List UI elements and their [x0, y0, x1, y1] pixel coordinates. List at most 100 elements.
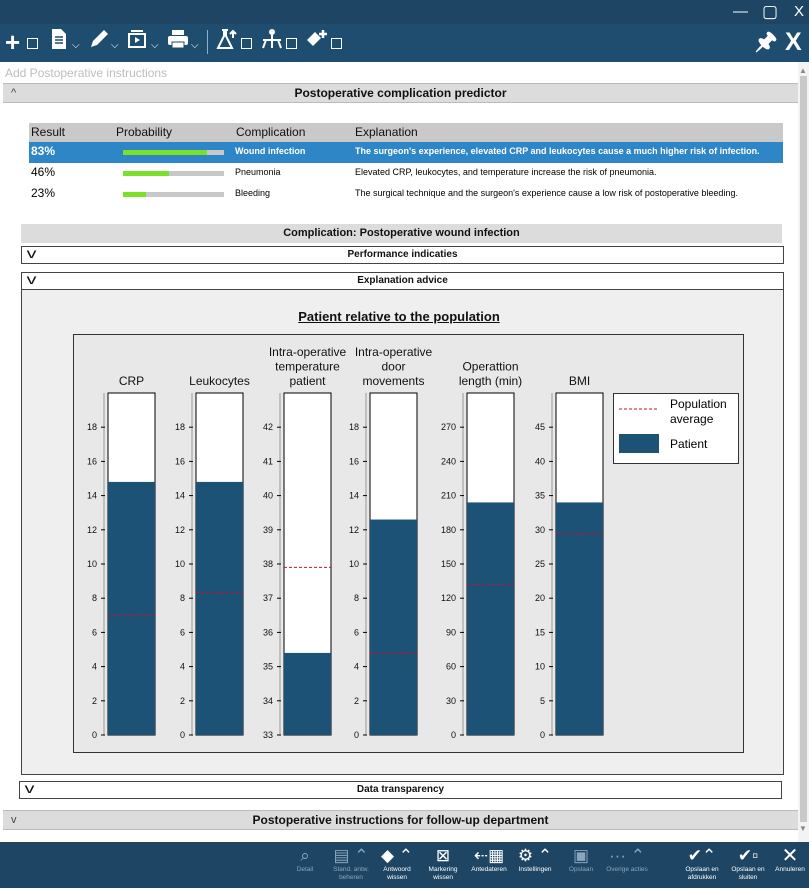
- add-medication-icon[interactable]: [305, 28, 329, 57]
- close-panel-button[interactable]: X: [785, 28, 802, 56]
- tick-label: 36: [263, 627, 273, 637]
- tick-label: 0: [451, 730, 456, 740]
- chevron-down-icon[interactable]: ⌵: [111, 40, 119, 51]
- panel-label: length (min): [459, 374, 522, 388]
- lab-icon[interactable]: [216, 28, 238, 57]
- other-actions-label: Overige acties: [606, 866, 648, 873]
- tick-label: 5: [540, 696, 545, 706]
- medication-dropdown-checkbox[interactable]: [331, 38, 342, 49]
- tick-label: 10: [87, 559, 97, 569]
- save-button[interactable]: ▣ Opslaan: [559, 846, 603, 874]
- chart-legend: Population average Patient: [613, 393, 739, 464]
- detail-button[interactable]: ⌕ Detail: [283, 846, 327, 874]
- legend-patient-label: Patient: [670, 437, 708, 451]
- tick-label: 30: [535, 525, 545, 535]
- save-print-label: Opslaan en afdrukken: [685, 866, 719, 881]
- advice-section-title: Explanation advice: [357, 275, 448, 286]
- performance-section-toggle[interactable]: v Performance indicaties: [21, 245, 784, 264]
- document-icon[interactable]: [50, 28, 68, 57]
- minimize-button[interactable]: —: [733, 2, 748, 22]
- clear-answer-button[interactable]: ◆ ⌃ Antwoord wissen: [375, 846, 419, 882]
- probability-fill: [123, 192, 147, 197]
- tick-label: 12: [175, 525, 185, 535]
- tick-label: 42: [263, 422, 273, 432]
- clear-marking-label: Markering wissen: [428, 866, 458, 881]
- tick-label: 45: [535, 422, 545, 432]
- antedate-button[interactable]: ⇠▦ Antedateren: [467, 846, 511, 874]
- scroll-up-icon[interactable]: ▲: [799, 66, 807, 75]
- window-close-button[interactable]: X: [794, 2, 804, 22]
- save-print-button[interactable]: ✔⌃ Opslaan en afdrukken: [680, 846, 724, 882]
- transparency-section-title: Data transparency: [356, 784, 445, 795]
- workflow-dropdown-checkbox[interactable]: [286, 38, 297, 49]
- result-cell: 83%: [31, 144, 56, 158]
- complication-detail-title: Complication: Postoperative wound infect…: [21, 224, 782, 243]
- result-cell: 46%: [31, 165, 56, 179]
- header-explanation: Explanation: [355, 125, 418, 139]
- add-dropdown-checkbox[interactable]: [27, 38, 38, 49]
- tick-label: 4: [92, 662, 97, 672]
- tick-label: 8: [92, 593, 97, 603]
- panel-label: Operattion: [462, 360, 518, 374]
- chevron-down-icon[interactable]: ⌵: [191, 40, 199, 51]
- default-text-icon: ▤ ⌃: [333, 846, 369, 865]
- lab-dropdown-checkbox[interactable]: [241, 38, 252, 49]
- chevron-down-icon[interactable]: ⌵: [151, 40, 159, 51]
- tick-label: 20: [535, 593, 545, 603]
- vertical-scrollbar[interactable]: ▲ ▼: [798, 62, 809, 842]
- edit-icon[interactable]: [88, 28, 110, 57]
- tick-label: 6: [354, 627, 359, 637]
- panel-label: temperature: [275, 360, 340, 374]
- table-row[interactable]: 23% Bleeding The surgical technique and …: [29, 184, 783, 205]
- predictor-section-header[interactable]: ^ Postoperative complication predictor: [3, 83, 798, 103]
- tick-label: 39: [263, 525, 273, 535]
- tick-label: 0: [354, 730, 359, 740]
- chevron-down-icon[interactable]: ⌵: [72, 40, 80, 51]
- complication-cell: Pneumonia: [235, 167, 281, 177]
- save-close-button[interactable]: ✔▫ Opslaan en sluiten: [726, 846, 770, 882]
- probability-bar: [123, 150, 224, 155]
- chevron-up-icon[interactable]: ^: [11, 84, 16, 102]
- tick-label: 120: [441, 593, 456, 603]
- antedate-icon: ⇠▦: [473, 846, 505, 865]
- probability-bar: [123, 171, 224, 176]
- scrollbar-thumb[interactable]: [800, 76, 807, 822]
- tick-label: 12: [87, 525, 97, 535]
- settings-button[interactable]: ⚙ ⌃ Instellingen: [513, 846, 557, 874]
- chevron-down-icon[interactable]: v: [27, 245, 37, 261]
- table-row[interactable]: 83% Wound infection The surgeon's experi…: [29, 142, 783, 163]
- maximize-button[interactable]: ▢: [762, 2, 778, 22]
- save-icon: ▣: [572, 846, 590, 865]
- other-actions-button[interactable]: ··· ⌃ Overige acties: [605, 846, 649, 874]
- workflow-icon[interactable]: [260, 28, 284, 57]
- chevron-down-icon[interactable]: v: [25, 780, 35, 796]
- add-icon[interactable]: +: [5, 28, 20, 56]
- chevron-down-icon[interactable]: v: [27, 271, 37, 287]
- clear-marking-button[interactable]: ⊠ Markering wissen: [421, 846, 465, 882]
- table-row[interactable]: 46% Pneumonia Elevated CRP, leukocytes, …: [29, 163, 783, 184]
- present-icon[interactable]: [127, 28, 149, 57]
- chevron-down-icon[interactable]: v: [11, 811, 17, 829]
- gear-icon: ⚙ ⌃: [517, 846, 553, 865]
- tick-label: 16: [349, 456, 359, 466]
- print-icon[interactable]: [167, 28, 189, 57]
- cancel-button[interactable]: ✕ Annuleren: [771, 846, 809, 874]
- main-content: Add Postoperative instructions ^ Postope…: [0, 62, 798, 842]
- manage-defaults-button[interactable]: ▤ ⌃ Stand. antw. beheren: [329, 846, 373, 882]
- followup-section-header[interactable]: v Postoperative instructions for follow-…: [3, 810, 798, 830]
- advice-section-toggle[interactable]: v Explanation advice: [21, 271, 784, 290]
- search-icon: ⌕: [300, 846, 310, 865]
- add-instructions-input[interactable]: Add Postoperative instructions: [5, 66, 167, 80]
- explanation-cell: The surgical technique and the surgeon's…: [355, 188, 738, 198]
- followup-section-title: Postoperative instructions for follow-up…: [252, 813, 549, 827]
- scroll-down-icon[interactable]: ▼: [799, 824, 807, 833]
- tick-label: 35: [535, 491, 545, 501]
- tick-label: 10: [175, 559, 185, 569]
- tick-label: 40: [535, 456, 545, 466]
- tick-label: 41: [263, 456, 273, 466]
- tick-label: 35: [263, 662, 273, 672]
- tick-label: 2: [92, 696, 97, 706]
- pin-icon[interactable]: 🖈: [755, 28, 777, 56]
- transparency-section-toggle[interactable]: v Data transparency: [19, 780, 782, 799]
- performance-section-title: Performance indicaties: [347, 249, 458, 260]
